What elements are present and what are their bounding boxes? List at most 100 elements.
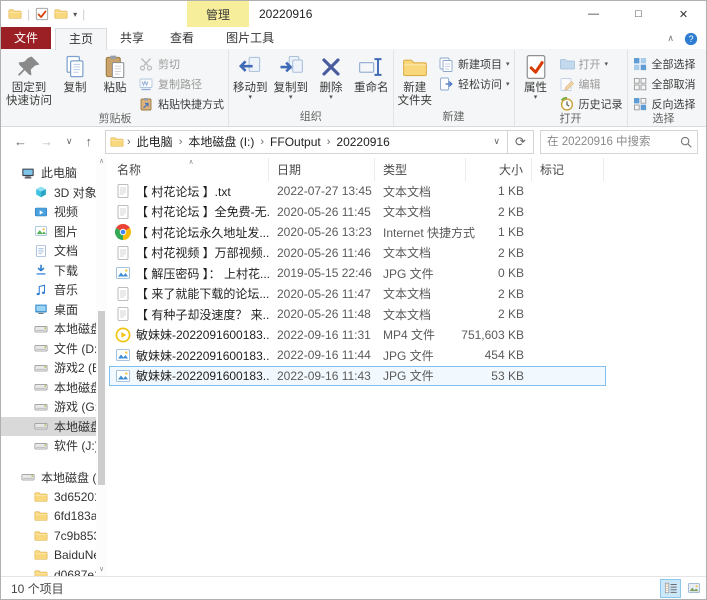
- properties-icon: [522, 53, 550, 81]
- folder-icon[interactable]: [8, 7, 22, 21]
- sidebar-item-folder[interactable]: BaiduNetdi: [1, 546, 107, 566]
- sidebar-item-this-pc[interactable]: 此电脑: [1, 163, 107, 183]
- refresh-icon: ⟳: [515, 134, 526, 150]
- move-to-button[interactable]: 移动到 ▾: [230, 50, 271, 100]
- easy-access-button[interactable]: 轻松访问 ▾: [438, 76, 510, 92]
- search-icon[interactable]: [679, 135, 693, 149]
- sidebar-item-drive-e[interactable]: 游戏2 (E:): [1, 358, 107, 378]
- sidebar-item-drive-g[interactable]: 游戏 (G:): [1, 397, 107, 417]
- tab-view[interactable]: 查看: [157, 28, 207, 49]
- column-header-date[interactable]: 日期: [269, 158, 375, 181]
- sidebar-scrollbar[interactable]: ∧ ∨: [96, 156, 107, 576]
- paste-button[interactable]: 粘贴: [95, 50, 135, 95]
- help-icon[interactable]: [684, 32, 698, 46]
- table-row[interactable]: 敏妹妹-2022091600183... 2022-09-16 11:44 JP…: [109, 345, 606, 366]
- tab-picture-tools[interactable]: 图片工具: [213, 28, 287, 49]
- invert-selection-button[interactable]: 反向选择: [632, 96, 696, 112]
- edit-button[interactable]: 编辑: [559, 76, 623, 92]
- table-row-selected[interactable]: 敏妹妹-2022091600183... 2022-09-16 11:43 JP…: [109, 366, 606, 387]
- sidebar-item-folder[interactable]: 3d65201cf4: [1, 487, 107, 507]
- qat-dropdown-caret[interactable]: ▾: [73, 10, 77, 19]
- breadcrumb-item-current[interactable]: 20220916: [333, 135, 392, 149]
- breadcrumb-item-drive[interactable]: 本地磁盘 (I:): [185, 133, 257, 150]
- sidebar-item-drive-d[interactable]: 文件 (D:): [1, 339, 107, 359]
- sidebar-item-folder[interactable]: 7c9b8532a: [1, 526, 107, 546]
- sidebar-item-drive-f[interactable]: 本地磁盘 (F:): [1, 378, 107, 398]
- sidebar-item-3d-objects[interactable]: 3D 对象: [1, 183, 107, 203]
- rename-button[interactable]: 重命名: [351, 50, 392, 95]
- folder-icon[interactable]: [54, 7, 68, 21]
- copy-to-button[interactable]: 复制到 ▾: [271, 50, 312, 100]
- copy-button[interactable]: 复制: [55, 50, 95, 95]
- sidebar-item-pictures[interactable]: 图片: [1, 222, 107, 242]
- scrollbar-thumb[interactable]: [98, 311, 105, 485]
- breadcrumb-item-this-pc[interactable]: 此电脑: [134, 133, 176, 150]
- details-view-button[interactable]: [660, 579, 681, 598]
- table-row[interactable]: 【 村花论坛永久地址发... 2020-05-26 13:23 Internet…: [109, 222, 606, 243]
- sidebar-item-drive-i[interactable]: 本地磁盘 (I:): [1, 417, 107, 437]
- edit-pencil-icon: [559, 76, 575, 92]
- delete-button[interactable]: 删除 ▾: [311, 50, 351, 100]
- scroll-up-icon[interactable]: ∧: [99, 156, 104, 168]
- table-row[interactable]: 【 村花视频 】万部视频... 2020-05-26 11:46 文本文档 2 …: [109, 243, 606, 264]
- sidebar-item-folder[interactable]: d0687e1c9: [1, 565, 107, 576]
- column-header-tags[interactable]: 标记: [532, 158, 604, 181]
- table-row[interactable]: 【 来了就能下载的论坛... 2020-05-26 11:47 文本文档 2 K…: [109, 284, 606, 305]
- address-dropdown-caret-icon[interactable]: ∨: [490, 136, 503, 147]
- copy-path-button[interactable]: 复制路径: [138, 76, 224, 92]
- select-all-button[interactable]: 全部选择: [632, 56, 696, 72]
- table-row[interactable]: 敏妹妹-2022091600183... 2022-09-16 11:31 MP…: [109, 325, 606, 346]
- collapse-ribbon-icon[interactable]: ∧: [667, 33, 674, 44]
- tab-share[interactable]: 共享: [107, 28, 157, 49]
- sidebar-item-desktop[interactable]: 桌面: [1, 300, 107, 320]
- history-button[interactable]: 历史记录: [559, 96, 623, 112]
- open-button[interactable]: 打开 ▾: [559, 56, 623, 72]
- address-bar: ← → ∨ ↑ › 此电脑 › 本地磁盘 (I:) › FFOutput › 2…: [1, 127, 706, 156]
- search-input[interactable]: [545, 135, 679, 149]
- folder-icon: [34, 548, 48, 562]
- breadcrumb-item-ffoutput[interactable]: FFOutput: [267, 135, 324, 149]
- properties-button[interactable]: 属性 ▾: [516, 50, 556, 100]
- toolbar-separator: |: [27, 7, 30, 21]
- table-row[interactable]: 【 村花论坛 】.txt 2022-07-27 13:45 文本文档 1 KB: [109, 181, 606, 202]
- drive-icon: [34, 419, 48, 433]
- sidebar-item-documents[interactable]: 文档: [1, 241, 107, 261]
- column-header-name[interactable]: 名称 ∧: [109, 158, 269, 181]
- tab-home[interactable]: 主页: [55, 28, 107, 50]
- status-bar: 10 个项目: [1, 576, 706, 599]
- close-button[interactable]: ✕: [661, 1, 706, 27]
- refresh-button[interactable]: ⟳: [508, 130, 534, 154]
- maximize-button[interactable]: □: [616, 1, 661, 27]
- table-row[interactable]: 【 有种子却没速度？ 来... 2020-05-26 11:48 文本文档 2 …: [109, 304, 606, 325]
- cut-button[interactable]: 剪切: [138, 56, 224, 72]
- breadcrumb[interactable]: › 此电脑 › 本地磁盘 (I:) › FFOutput › 20220916 …: [105, 130, 508, 154]
- back-icon[interactable]: ←: [14, 134, 27, 149]
- table-row[interactable]: 【 村花论坛 】全免费-无... 2020-05-26 11:45 文本文档 2…: [109, 202, 606, 223]
- forward-icon[interactable]: →: [40, 134, 53, 149]
- up-icon[interactable]: ↑: [85, 134, 92, 149]
- tab-file[interactable]: 文件: [1, 27, 51, 49]
- sidebar-item-folder[interactable]: 6fd183a818: [1, 507, 107, 527]
- pin-to-quick-access-button[interactable]: 固定到 快速访问: [3, 50, 55, 107]
- new-item-button[interactable]: 新建项目 ▾: [438, 56, 510, 72]
- paste-shortcut-button[interactable]: 粘贴快捷方式: [138, 96, 224, 112]
- table-row[interactable]: 【 解压密码 】： 上村花... 2019-05-15 22:46 JPG 文件…: [109, 263, 606, 284]
- thumbnails-view-button[interactable]: [683, 579, 704, 598]
- scroll-down-icon[interactable]: ∨: [99, 564, 104, 576]
- minimize-button[interactable]: —: [571, 1, 616, 27]
- sidebar-item-drive-j[interactable]: 软件 (J:): [1, 436, 107, 456]
- sidebar-item-drive-i-tree[interactable]: 本地磁盘 (I:): [1, 468, 107, 488]
- new-folder-button[interactable]: 新建 文件夹: [395, 50, 436, 107]
- sidebar-item-music[interactable]: 音乐: [1, 280, 107, 300]
- column-header-size[interactable]: 大小: [466, 158, 532, 181]
- sidebar-item-videos[interactable]: 视频: [1, 202, 107, 222]
- new-item-icon: [438, 56, 454, 72]
- ribbon-group-clipboard: 固定到 快速访问 复制 粘贴 剪切 复制路: [2, 50, 229, 126]
- column-header-type[interactable]: 类型: [375, 158, 466, 181]
- navigation-buttons: ← → ∨ ↑: [1, 134, 105, 149]
- select-none-button[interactable]: 全部取消: [632, 76, 696, 92]
- checkbox-icon[interactable]: [35, 7, 49, 21]
- sidebar-item-downloads[interactable]: 下载: [1, 261, 107, 281]
- recent-locations-caret-icon[interactable]: ∨: [66, 136, 73, 147]
- sidebar-item-drive-c[interactable]: 本地磁盘 (C:): [1, 319, 107, 339]
